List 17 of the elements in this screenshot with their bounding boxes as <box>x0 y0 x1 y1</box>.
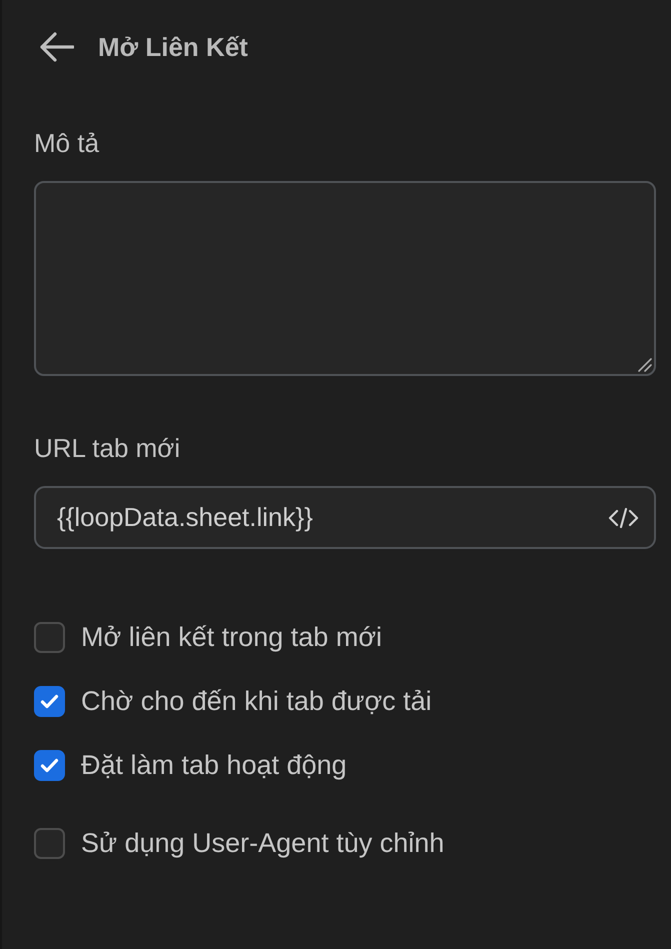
checkbox-label[interactable]: Mở liên kết trong tab mới <box>81 619 382 655</box>
field-label: Mô tả <box>34 127 100 160</box>
checkbox[interactable] <box>34 828 65 858</box>
code-icon[interactable] <box>608 506 639 528</box>
back-arrow-icon[interactable] <box>40 32 74 62</box>
checkbox-label[interactable]: Sử dụng User-Agent tùy chỉnh <box>81 825 444 861</box>
checkbox[interactable] <box>34 750 65 780</box>
page-title: Mở Liên Kết <box>98 31 248 64</box>
checkbox-label[interactable]: Đặt làm tab hoạt động <box>81 747 347 783</box>
checkbox[interactable] <box>34 686 65 716</box>
checkmark-icon <box>40 758 59 772</box>
resize-handle-icon[interactable] <box>638 358 652 372</box>
checkbox-label[interactable]: Chờ cho đến khi tab được tải <box>81 683 432 719</box>
checkmark-icon <box>40 694 59 708</box>
checkbox[interactable] <box>34 622 65 652</box>
field-label: URL tab mới <box>34 432 182 465</box>
url-input-field[interactable]: {{loopData.sheet.link}} <box>34 486 656 549</box>
